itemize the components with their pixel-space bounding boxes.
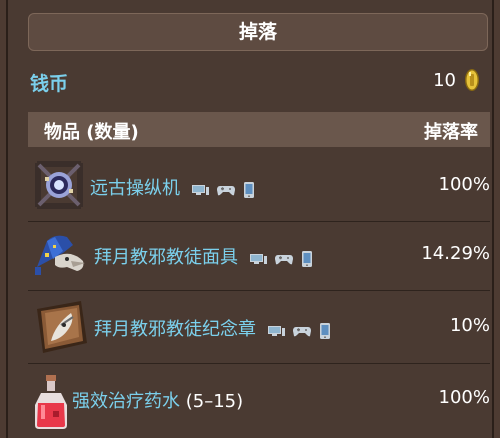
drops-panel: 掉落 钱币 10 物品 (数量) 掉落率 远古操纵机 100% 拜月教邪教徒面具… [6,0,494,438]
coins-label[interactable]: 钱币 [30,69,68,96]
item-name-link[interactable]: 远古操纵机 [90,174,257,200]
console-controller-icon [275,254,294,264]
lunatic-cultist-relic-icon[interactable] [33,299,89,357]
drop-rate: 100% [438,174,490,195]
mobile-phone-icon [244,181,255,198]
coins-row: 钱币 10 [30,64,490,98]
drops-title: 掉落 [28,13,488,51]
lunatic-cultist-mask-icon[interactable] [33,231,89,279]
ancient-manipulator-icon[interactable] [33,159,85,211]
desktop-icon [267,325,285,336]
platform-icons [191,179,257,200]
header-item-quantity: 物品 (数量) [44,122,139,143]
mobile-phone-icon [320,322,331,339]
drop-rate: 100% [438,387,490,408]
desktop-icon [249,253,267,264]
console-controller-icon [217,185,236,195]
platform-icons [267,320,333,341]
item-quantity: (5–15) [185,391,244,412]
coins-value: 10 [433,70,456,91]
table-row: 强效治疗药水 (5–15) 100% [28,365,490,438]
drop-rate: 10% [449,315,490,336]
item-name[interactable]: 拜月教邪教徒纪念章 [94,319,256,340]
header-drop-rate: 掉落率 [424,122,478,143]
item-name-link[interactable]: 强效治疗药水 (5–15) [72,387,243,413]
drop-rate: 14.29% [421,243,490,264]
table-header: 物品 (数量) 掉落率 [28,112,490,147]
greater-healing-potion-icon[interactable] [33,375,69,431]
platform-icons [249,248,315,269]
table-row: 拜月教邪教徒纪念章 10% [28,292,490,364]
gold-coin-icon [465,69,479,91]
item-name[interactable]: 远古操纵机 [90,178,180,199]
console-controller-icon [293,326,312,336]
mobile-phone-icon [302,250,313,267]
table-row: 远古操纵机 100% [28,147,490,222]
item-name-link[interactable]: 拜月教邪教徒纪念章 [94,315,333,341]
table-row: 拜月教邪教徒面具 14.29% [28,223,490,291]
item-name[interactable]: 强效治疗药水 [72,391,180,412]
item-name[interactable]: 拜月教邪教徒面具 [94,247,238,268]
item-name-link[interactable]: 拜月教邪教徒面具 [94,243,315,269]
desktop-icon [191,184,209,195]
